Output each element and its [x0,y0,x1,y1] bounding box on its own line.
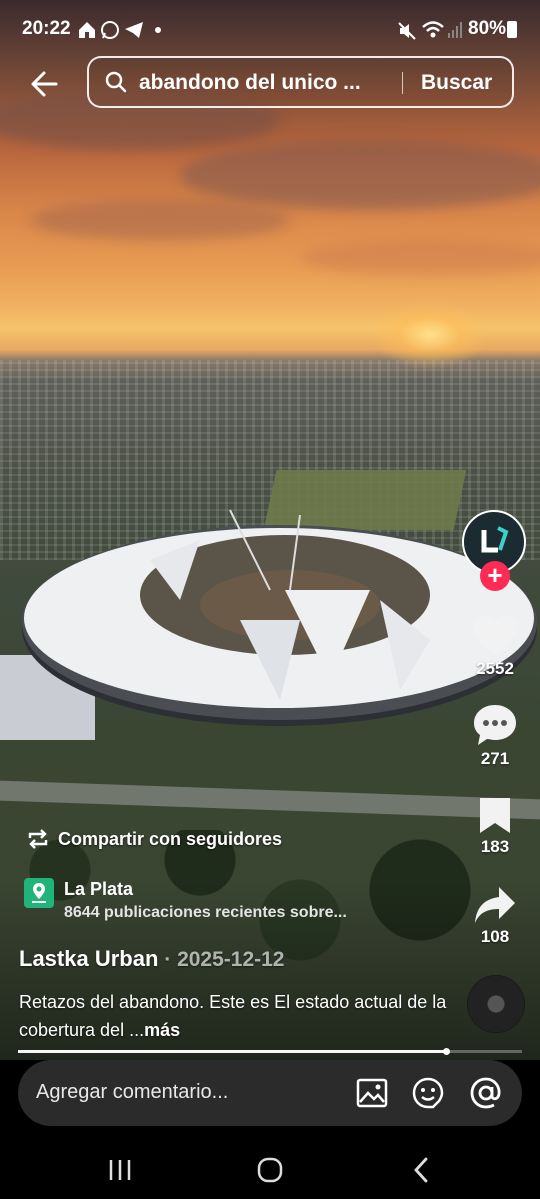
nav-back-icon[interactable] [402,1150,442,1190]
comment-bar: Agregar comentario... [0,1060,540,1140]
search-button[interactable]: Buscar [421,71,492,95]
status-bar: 20:22 80% [0,0,540,60]
location-name: La Plata [64,879,134,899]
search-query[interactable]: abandono del unico ... [139,71,389,95]
comment-bubble-icon [474,705,516,745]
search-icon [105,71,127,93]
repost-icon [28,829,48,849]
wifi-icon [422,21,444,38]
video-frame[interactable] [0,0,540,1060]
date-separator: · [158,948,178,971]
heart-icon [473,615,517,655]
home-button-icon[interactable] [250,1150,290,1190]
battery-icon [507,21,517,38]
like-button[interactable]: 2552 [466,613,524,679]
image-icon[interactable] [355,1076,389,1110]
comment-count: 271 [480,749,510,768]
back-arrow-icon[interactable] [26,64,66,104]
more-link[interactable]: más [144,1020,180,1040]
battery-percent: 80% [468,18,507,39]
location-badge [24,878,54,908]
mute-icon [398,22,416,40]
whatsapp-icon [101,21,119,39]
music-disc[interactable] [467,975,525,1033]
location-subtitle: 8644 publicaciones recientes sobre... [64,904,347,921]
bookmark-icon [480,798,510,833]
repost-link[interactable]: Compartir con seguidores [26,828,282,850]
emoji-icon[interactable] [411,1076,445,1110]
video-progress[interactable] [18,1048,522,1055]
search-divider [402,72,403,94]
progress-fill [18,1050,447,1053]
share-count: 108 [480,927,510,946]
share-arrow-icon [475,887,515,923]
follow-button[interactable]: + [480,561,510,591]
location-pin-icon [32,883,46,903]
creator-logo [481,526,509,553]
post-date: 2025-12-12 [177,948,285,971]
comment-placeholder: Agregar comentario... [36,1081,229,1103]
caption-text: Retazos del abandono. Este es El estado … [19,992,447,1040]
dot-icon [155,27,161,33]
post-caption[interactable]: Retazos del abandono. Este es El estado … [19,988,449,1044]
comment-button[interactable]: 271 [466,703,524,769]
mention-icon[interactable] [469,1076,503,1110]
telegram-icon [125,22,143,38]
save-button[interactable]: 183 [466,795,524,857]
comment-input[interactable]: Agregar comentario... [18,1060,522,1126]
save-count: 183 [480,837,510,856]
repost-label: Compartir con seguidores [58,828,283,849]
search-bar[interactable]: abandono del unico ... Buscar [87,56,514,108]
recent-apps-icon[interactable] [100,1150,140,1190]
system-nav-bar [0,1140,540,1199]
signal-icon [448,22,462,38]
author-line[interactable]: Lastka Urban · 2025-12-12 [19,946,284,972]
video-screen: 20:22 80% abandono del unico ... Buscar … [0,0,540,1199]
like-count: 2552 [476,659,514,678]
home-icon [79,22,95,38]
author-name[interactable]: Lastka Urban [19,946,158,971]
status-time: 20:22 [22,18,71,39]
share-button[interactable]: 108 [466,885,524,947]
